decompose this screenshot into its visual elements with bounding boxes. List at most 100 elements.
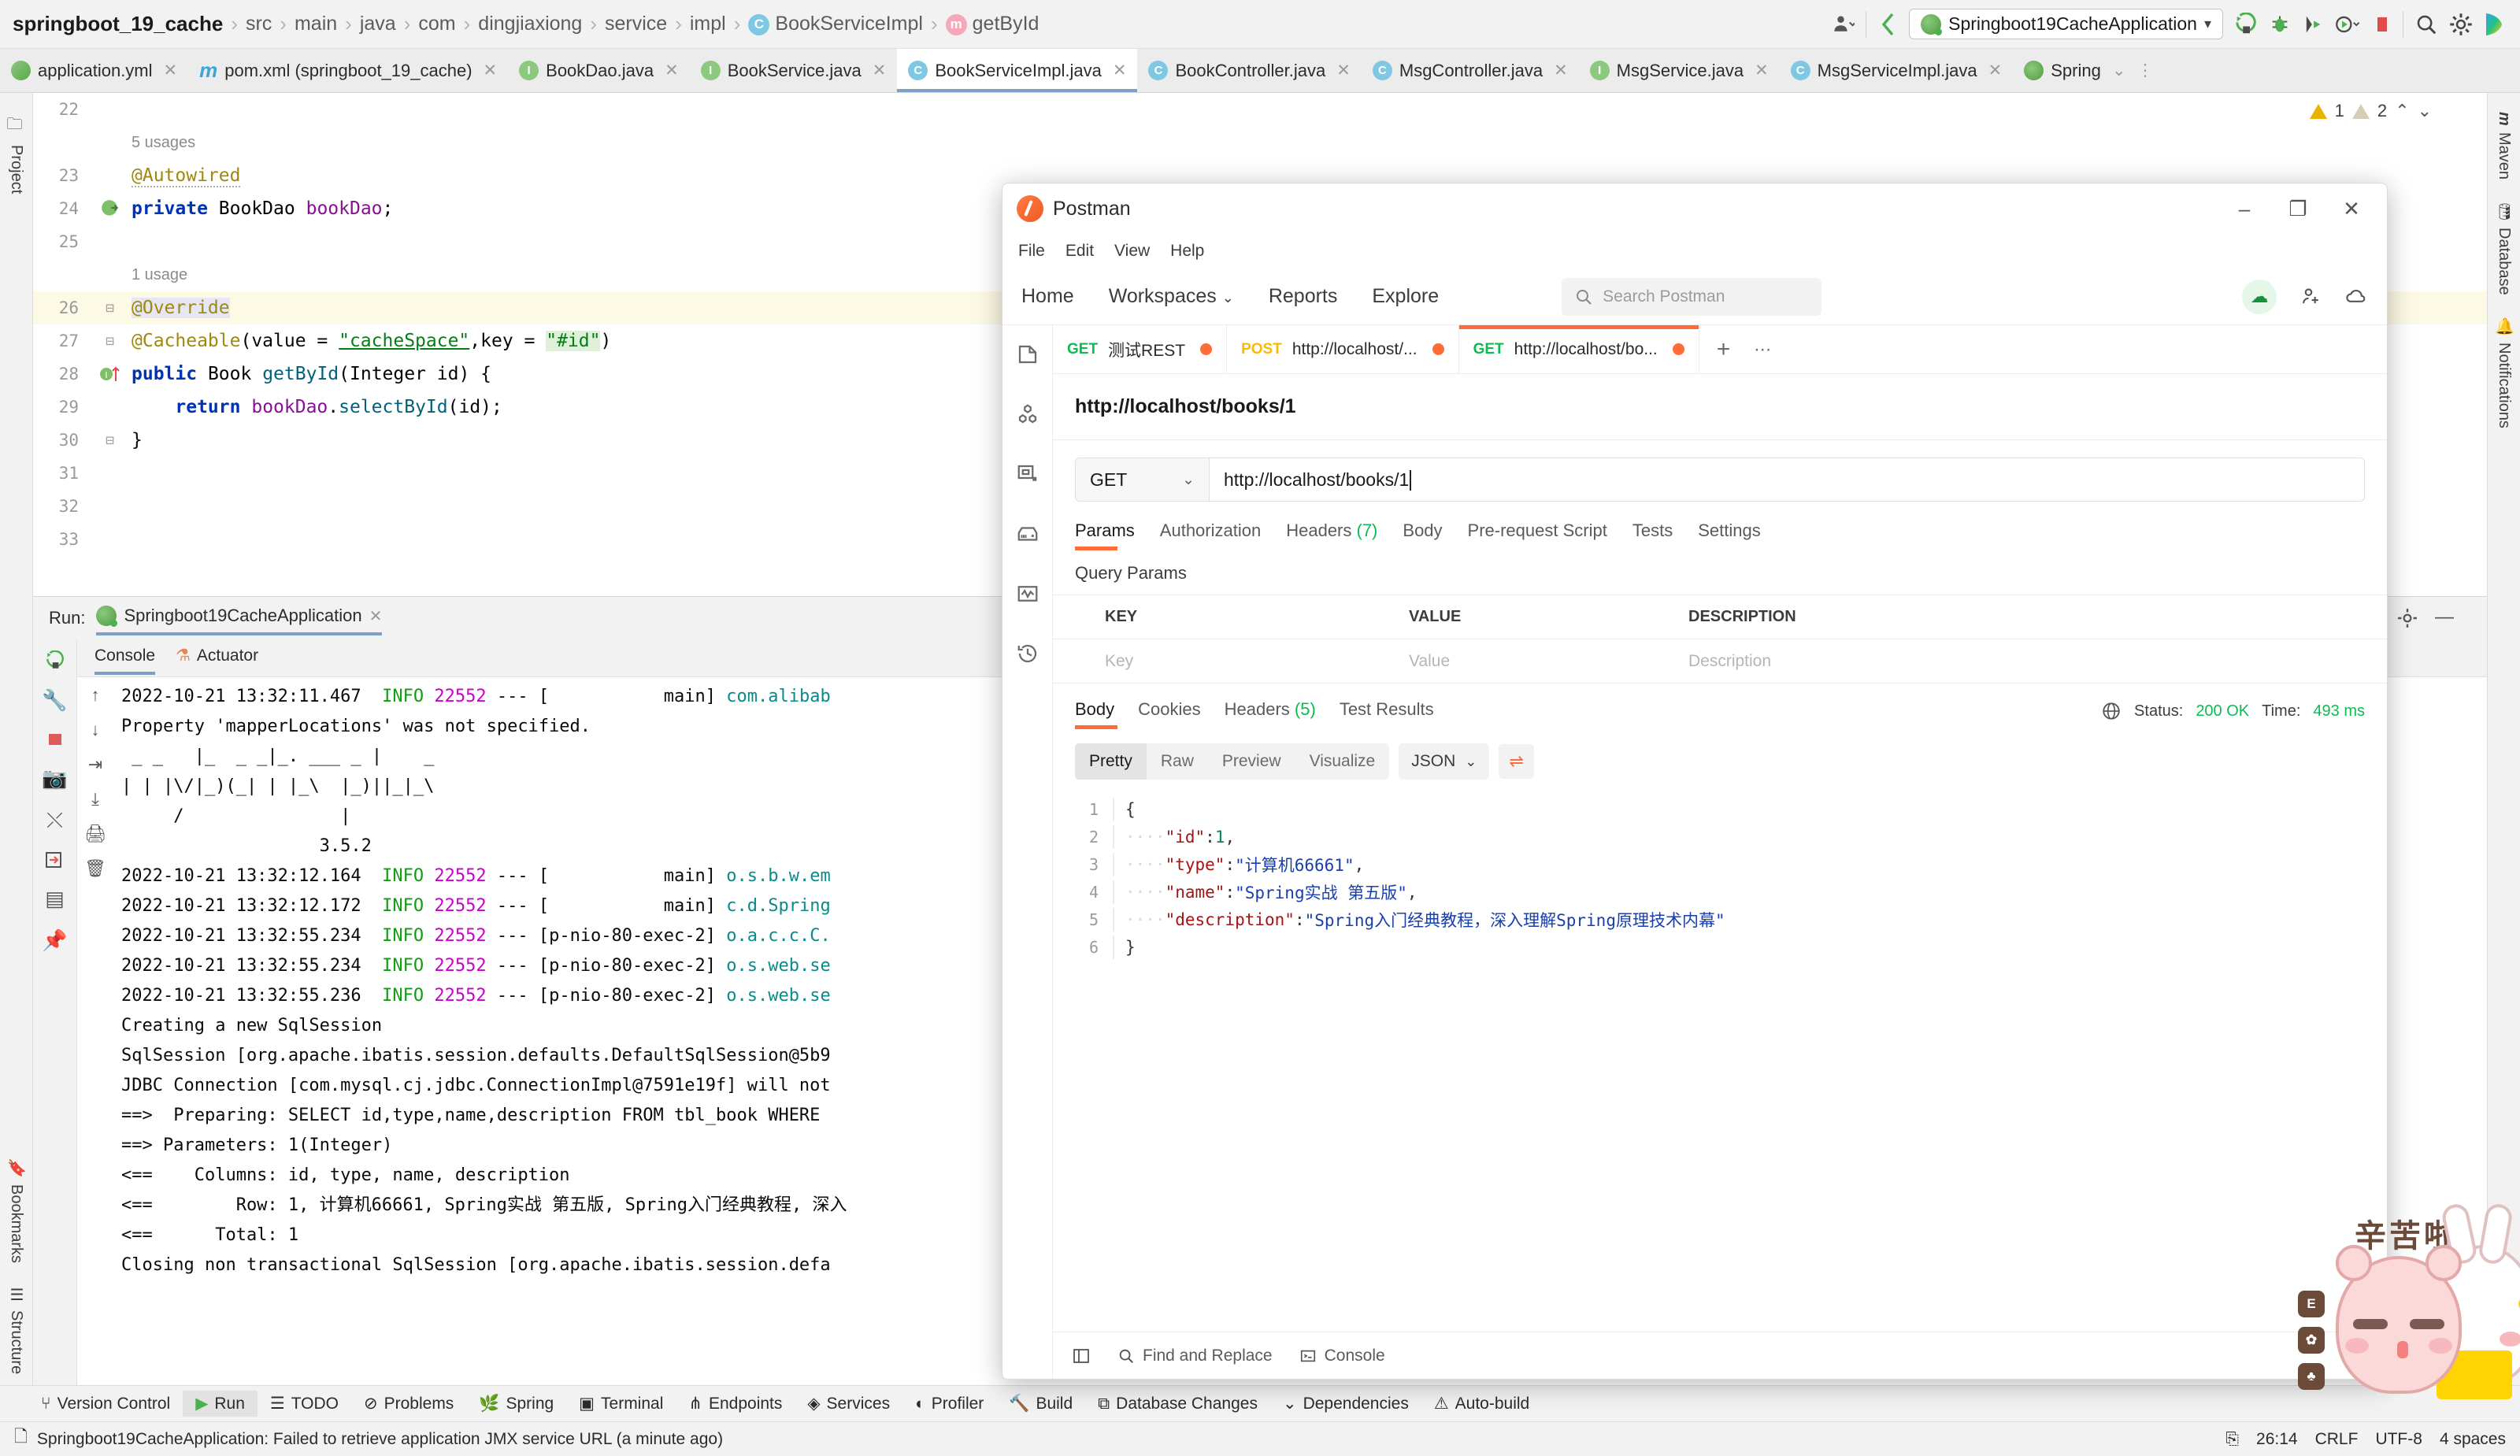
run-configuration-selector[interactable]: Springboot19CacheApplication ▾ xyxy=(1909,9,2223,39)
sidebar-item-notifications[interactable]: 🔔 Notifications xyxy=(2495,317,2514,428)
tab-pre-request-script[interactable]: Pre-request Script xyxy=(1468,521,1607,552)
sidebar-item-maven[interactable]: m Maven xyxy=(2495,112,2513,180)
run-config-tab[interactable]: Springboot19CacheApplication ✕ xyxy=(96,606,382,635)
caret-position[interactable]: 26:14 xyxy=(2256,1430,2298,1449)
menu-edit[interactable]: Edit xyxy=(1065,242,1094,261)
debug-icon[interactable] xyxy=(2269,13,2291,36)
response-body[interactable]: 1{ 2 ···· "id": 1, 3 ···· "type": "计算机66661"… xyxy=(1053,787,2387,1332)
breadcrumb-service[interactable]: service xyxy=(602,13,670,35)
edit-configuration-icon[interactable]: 🔧 xyxy=(42,688,67,713)
view-mode-visualize[interactable]: Visualize xyxy=(1295,743,1390,780)
chevron-down-icon[interactable]: ⌄ xyxy=(2112,61,2126,80)
layout-icon[interactable]: ▤ xyxy=(45,887,65,911)
scroll-up-icon[interactable]: ↑ xyxy=(91,685,100,706)
plus-icon[interactable]: + xyxy=(1717,336,1731,363)
mock-servers-icon[interactable] xyxy=(1016,522,1040,546)
chevron-down-icon[interactable]: ⌄ xyxy=(2418,101,2432,121)
hide-panel-icon[interactable]: — xyxy=(2435,608,2454,628)
tab-test-results[interactable]: Test Results xyxy=(1340,699,1434,731)
bean-icon[interactable] xyxy=(88,198,132,219)
chevron-up-icon[interactable]: ⌃ xyxy=(2395,101,2409,121)
breadcrumb-impl[interactable]: impl xyxy=(687,13,729,35)
editor-tab-bookserviceimpl[interactable]: C BookServiceImpl.java ✕ xyxy=(897,49,1138,92)
tab-response-headers[interactable]: Headers (5) xyxy=(1225,699,1316,731)
back-arrow-icon[interactable] xyxy=(1877,11,1898,38)
nav-workspaces[interactable]: Workspaces ⌄ xyxy=(1109,285,1234,308)
breadcrumb-java[interactable]: java xyxy=(357,13,399,35)
clear-all-icon[interactable]: 🗑 xyxy=(84,858,106,879)
stop-icon[interactable] xyxy=(46,730,65,749)
menu-view[interactable]: View xyxy=(1114,242,1150,261)
thread-dump-icon[interactable]: ⤬ xyxy=(46,808,63,833)
nav-explore[interactable]: Explore xyxy=(1372,285,1439,308)
editor-tab-application-yml[interactable]: application.yml ✕ xyxy=(0,49,188,92)
sync-status-icon[interactable]: ☁ xyxy=(2242,279,2277,314)
editor-tab-bookcontroller[interactable]: C BookController.java ✕ xyxy=(1137,49,1361,92)
exit-icon[interactable] xyxy=(45,850,65,869)
profile-icon[interactable] xyxy=(2335,13,2362,36)
menu-file[interactable]: File xyxy=(1018,242,1045,261)
inspection-widget[interactable]: 1 2 ⌃ ⌄ xyxy=(2309,101,2432,121)
run-icon[interactable] xyxy=(2234,12,2258,36)
view-mode-raw[interactable]: Raw xyxy=(1147,743,1208,780)
close-icon[interactable]: ✕ xyxy=(1755,61,1769,80)
tab-actuator[interactable]: ⚗ Actuator xyxy=(176,646,258,670)
rerun-icon[interactable] xyxy=(45,650,65,671)
maximize-button[interactable]: ❐ xyxy=(2286,197,2310,221)
fold-icon[interactable]: ⊟ xyxy=(88,300,132,317)
breadcrumb-method[interactable]: m getById xyxy=(943,13,1043,35)
tab-headers[interactable]: Headers (7) xyxy=(1286,521,1377,552)
tab-console[interactable]: Console xyxy=(94,646,156,675)
print-icon[interactable]: 🖨 xyxy=(84,824,106,844)
usage-hint[interactable]: 1 usage xyxy=(132,266,187,284)
collections-icon[interactable] xyxy=(1016,343,1040,366)
close-icon[interactable]: ✕ xyxy=(1113,61,1127,80)
editor-tab-msgservice[interactable]: I MsgService.java ✕ xyxy=(1579,49,1780,92)
breadcrumb-project[interactable]: springboot_19_cache xyxy=(9,12,226,36)
tab-body[interactable]: Body xyxy=(1403,521,1442,552)
scroll-down-icon[interactable]: ↓ xyxy=(91,720,100,740)
nav-home[interactable]: Home xyxy=(1021,285,1074,308)
line-separator[interactable]: CRLF xyxy=(2315,1430,2359,1449)
search-icon[interactable] xyxy=(2414,13,2438,36)
minimize-button[interactable]: – xyxy=(2233,197,2256,221)
coverage-icon[interactable] xyxy=(2302,13,2324,36)
user-icon[interactable] xyxy=(1831,13,1855,36)
camera-icon[interactable]: 📷 xyxy=(42,766,67,791)
search-input[interactable]: Search Postman xyxy=(1562,277,1822,316)
param-description-input[interactable]: Description xyxy=(1676,652,2387,671)
close-button[interactable]: ✕ xyxy=(2340,197,2363,221)
editor-tab-msgserviceimpl[interactable]: C MsgServiceImpl.java ✕ xyxy=(1780,49,2014,92)
tool-window-endpoints[interactable]: ⋔ Endpoints xyxy=(676,1391,795,1417)
tool-window-spring[interactable]: 🌿 Spring xyxy=(466,1391,566,1417)
nav-reports[interactable]: Reports xyxy=(1269,285,1338,308)
monitors-icon[interactable] xyxy=(1016,582,1040,606)
tool-window-terminal[interactable]: ▣ Terminal xyxy=(566,1391,676,1417)
implements-icon[interactable]: I xyxy=(88,364,132,384)
breadcrumb-main[interactable]: main xyxy=(291,13,340,35)
request-name[interactable]: http://localhost/books/1 xyxy=(1053,374,2387,440)
console-button[interactable]: Console xyxy=(1299,1347,1385,1365)
environments-icon[interactable] xyxy=(1016,462,1040,486)
scroll-to-end-icon[interactable]: ⤓ xyxy=(91,789,99,810)
notifications-icon[interactable] xyxy=(2346,286,2368,308)
tool-window-services[interactable]: ◈ Services xyxy=(795,1391,902,1417)
close-icon[interactable]: ✕ xyxy=(164,61,178,80)
sidebar-item-structure[interactable]: ☰ Structure xyxy=(7,1285,26,1374)
tool-window-database-changes[interactable]: ⧉ Database Changes xyxy=(1085,1391,1270,1417)
tab-response-cookies[interactable]: Cookies xyxy=(1138,699,1200,731)
tool-window-auto-build[interactable]: ⚠ Auto-build xyxy=(1421,1391,1542,1417)
breadcrumb-com[interactable]: com xyxy=(415,13,458,35)
fold-icon[interactable]: ⊟ xyxy=(88,333,132,350)
invite-icon[interactable] xyxy=(2300,286,2322,308)
close-icon[interactable]: ✕ xyxy=(873,61,887,80)
close-icon[interactable]: ✕ xyxy=(1988,61,2003,80)
sidebar-item-database[interactable]: 🛢 Database xyxy=(2495,202,2514,295)
close-icon[interactable]: ✕ xyxy=(665,61,679,80)
param-key-input[interactable]: Key xyxy=(1089,652,1396,671)
request-tab-1[interactable]: POST http://localhost/... xyxy=(1227,325,1459,373)
indent-setting[interactable]: 4 spaces xyxy=(2440,1430,2506,1449)
tool-window-profiler[interactable]: ◐ Profiler xyxy=(902,1391,996,1417)
tool-window-run[interactable]: ▶ Run xyxy=(183,1391,258,1417)
sidebar-item-bookmarks[interactable]: 🔖 Bookmarks xyxy=(7,1158,26,1262)
